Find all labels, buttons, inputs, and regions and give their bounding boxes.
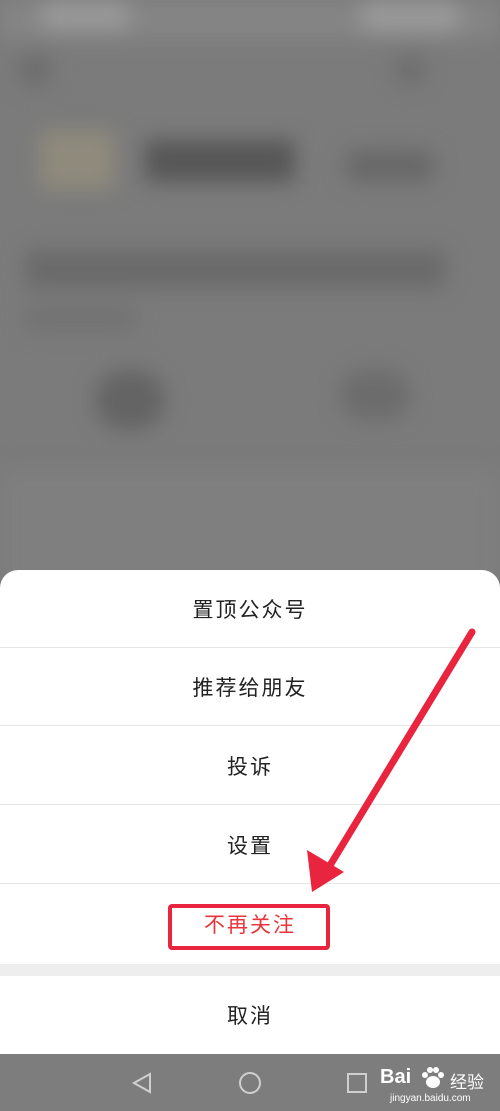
baidu-paw-icon xyxy=(422,1067,444,1088)
watermark-brand-suffix: 经验 xyxy=(450,1073,484,1093)
action-label: 设置 xyxy=(227,833,273,858)
action-label: 取消 xyxy=(227,1004,273,1028)
settings-button[interactable]: 设置 xyxy=(0,806,500,884)
cancel-button[interactable]: 取消 xyxy=(0,976,500,1054)
section-divider xyxy=(0,964,500,976)
baidu-jingyan-watermark: Bai 经验 jingyan.baidu.com xyxy=(380,1060,498,1108)
pin-official-account-button[interactable]: 置顶公众号 xyxy=(0,570,500,648)
complain-button[interactable]: 投诉 xyxy=(0,727,500,805)
action-label: 推荐给朋友 xyxy=(192,675,308,700)
action-sheet: 置顶公众号 推荐给朋友 投诉 设置 不再关注 取消 xyxy=(0,570,500,1054)
recommend-to-friends-button[interactable]: 推荐给朋友 xyxy=(0,648,500,726)
recents-square-icon[interactable] xyxy=(342,1068,372,1098)
annotation-highlight-box xyxy=(168,904,330,950)
home-circle-icon[interactable] xyxy=(235,1068,265,1098)
back-triangle-icon[interactable] xyxy=(128,1068,158,1098)
action-label: 投诉 xyxy=(227,754,273,779)
action-label: 置顶公众号 xyxy=(192,597,308,622)
blurred-page-content xyxy=(0,0,500,600)
watermark-url: jingyan.baidu.com xyxy=(390,1093,471,1104)
watermark-brand: Bai xyxy=(380,1066,412,1088)
